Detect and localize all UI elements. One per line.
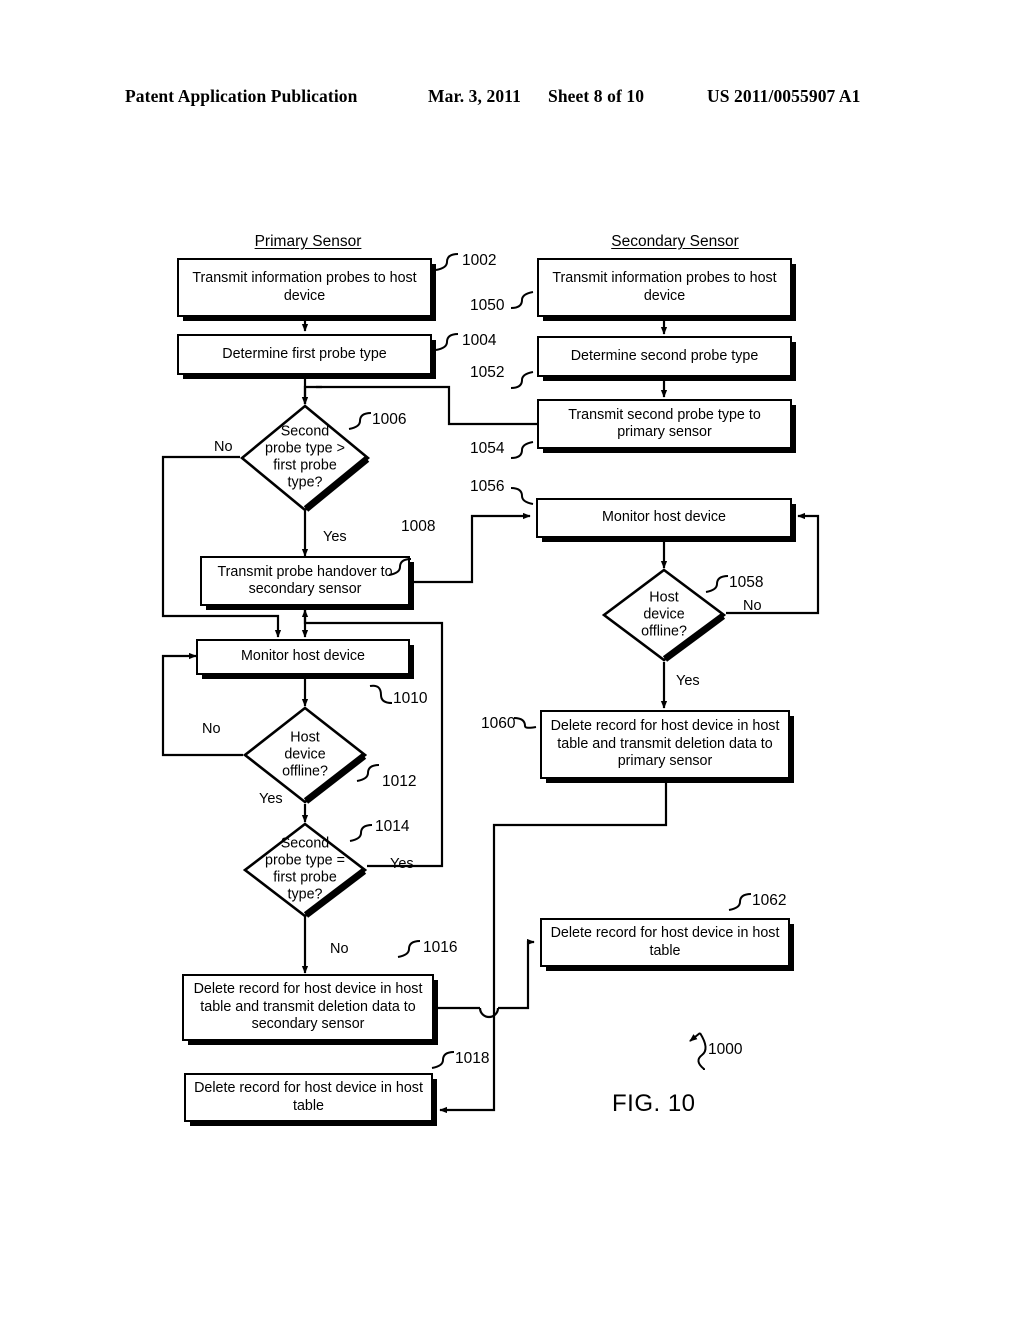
column-title-primary-sensor: Primary Sensor <box>254 233 362 250</box>
ref-number-1050: 1050 <box>470 297 505 314</box>
ref-number-1018: 1018 <box>455 1050 490 1067</box>
reference-leader-lines <box>348 253 752 1070</box>
node-1004-determine-first-probe-type[interactable]: Determine first probe type <box>177 334 432 375</box>
node-1054-transmit-second-probe-type[interactable]: Transmit second probe type to primary se… <box>537 399 792 449</box>
ref-number-1004: 1004 <box>462 332 497 349</box>
node-1006-decision-second-probe-greater[interactable]: Second probe type > first probe type? <box>240 404 370 512</box>
branch-label-1006-no: No <box>214 439 233 455</box>
node-1008-transmit-probe-handover[interactable]: Transmit probe handover to secondary sen… <box>200 556 410 606</box>
node-1058-decision-host-device-offline[interactable]: Host device offline? <box>602 568 726 662</box>
node-1012-decision-host-device-offline[interactable]: Host device offline? <box>243 706 367 804</box>
branch-label-1006-yes: Yes <box>323 529 347 545</box>
node-1056-monitor-host-device[interactable]: Monitor host device <box>536 498 792 538</box>
flowchart-figure: Primary Sensor Secondary Sensor Transmit… <box>0 0 1024 1320</box>
connector-lines <box>161 317 820 1114</box>
ref-number-1006: 1006 <box>372 411 407 428</box>
branch-label-1012-no: No <box>202 721 221 737</box>
branch-label-1058-yes: Yes <box>676 673 700 689</box>
node-1060-delete-record-transmit-to-primary[interactable]: Delete record for host device in host ta… <box>540 710 790 779</box>
node-1014-label: Second probe type = first probe type? <box>265 835 345 904</box>
ref-number-1060: 1060 <box>481 715 516 732</box>
ref-number-1014: 1014 <box>375 818 410 835</box>
ref-number-1058: 1058 <box>729 574 764 591</box>
ref-number-1010: 1010 <box>393 690 428 707</box>
ref-number-1016: 1016 <box>423 939 458 956</box>
node-1016-delete-record-transmit-to-secondary[interactable]: Delete record for host device in host ta… <box>182 974 434 1041</box>
node-1062-delete-record-host-table[interactable]: Delete record for host device in host ta… <box>540 918 790 967</box>
node-1010-monitor-host-device[interactable]: Monitor host device <box>196 639 410 675</box>
ref-number-1008: 1008 <box>401 518 436 535</box>
node-1006-label: Second probe type > first probe type? <box>265 423 345 492</box>
column-title-secondary-sensor: Secondary Sensor <box>611 233 739 250</box>
node-1058-label: Host device offline? <box>641 589 687 640</box>
branch-label-1058-no: No <box>743 598 762 614</box>
ref-number-1054: 1054 <box>470 440 505 457</box>
node-1002-transmit-information-probes[interactable]: Transmit information probes to host devi… <box>177 258 432 317</box>
ref-number-1002: 1002 <box>462 252 497 269</box>
node-1050-transmit-information-probes[interactable]: Transmit information probes to host devi… <box>537 258 792 317</box>
node-1012-label: Host device offline? <box>282 729 328 780</box>
ref-number-1012: 1012 <box>382 773 417 790</box>
node-1014-decision-second-probe-equals[interactable]: Second probe type = first probe type? <box>243 822 367 918</box>
node-1018-delete-record-host-table[interactable]: Delete record for host device in host ta… <box>184 1073 433 1122</box>
branch-label-1014-yes: Yes <box>390 856 414 872</box>
node-1052-determine-second-probe-type[interactable]: Determine second probe type <box>537 336 792 377</box>
ref-number-1062: 1062 <box>752 892 787 909</box>
figure-caption: FIG. 10 <box>612 1090 696 1117</box>
ref-number-1052: 1052 <box>470 364 505 381</box>
branch-label-1012-yes: Yes <box>259 791 283 807</box>
ref-number-1056: 1056 <box>470 478 505 495</box>
ref-number-1000-diagram: 1000 <box>708 1041 743 1058</box>
branch-label-1014-no: No <box>330 941 349 957</box>
